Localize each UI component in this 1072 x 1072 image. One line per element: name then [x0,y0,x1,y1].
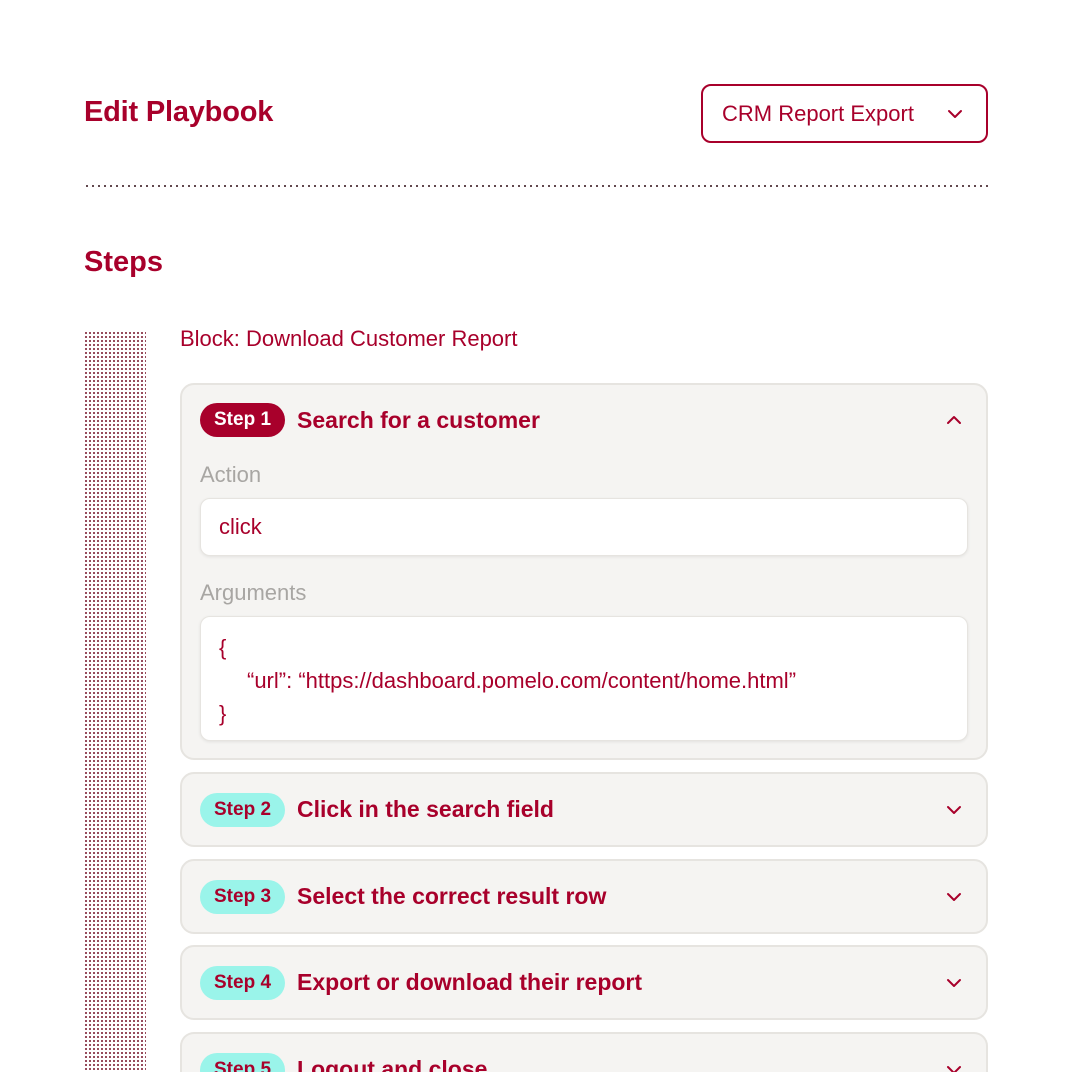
page-title: Edit Playbook [84,96,274,128]
steps-section-title: Steps [84,246,163,278]
arguments-label: Arguments [200,580,307,605]
block-label: Block: Download Customer Report [180,326,518,351]
playbook-select[interactable]: CRM Report Export [701,84,988,143]
chevron-down-icon[interactable] [944,800,964,820]
step-card-1: Step 1 Search for a customer Action clic… [180,383,988,760]
chevron-down-icon[interactable] [944,1060,964,1072]
arguments-line: “url”: “https://dashboard.pomelo.com/con… [247,668,797,693]
step-badge: Step 1 [200,403,286,437]
step-title: Select the correct result row [297,883,607,909]
chevron-up-icon[interactable] [944,410,964,430]
step-badge: Step 5 [200,1052,286,1072]
chevron-down-icon[interactable] [944,887,964,907]
arguments-field[interactable]: { “url”: “https://dashboard.pomelo.com/c… [200,616,968,741]
playbook-select-value: CRM Report Export [722,100,914,126]
chevron-down-icon[interactable] [944,973,964,993]
arguments-line: } [219,701,227,726]
block-rail [84,331,146,1072]
step-header-3[interactable]: Step 3 Select the correct result row [182,861,986,932]
step-title: Click in the search field [297,796,554,822]
step-title: Logout and close [297,1056,488,1072]
arguments-line: { [219,635,227,660]
step-header-2[interactable]: Step 2 Click in the search field [182,774,986,845]
chevron-down-icon [948,109,962,118]
step-header-4[interactable]: Step 4 Export or download their report [182,947,986,1018]
step-badge: Step 2 [200,792,286,827]
step-card-4[interactable]: Step 4 Export or download their report [180,945,988,1020]
step-header-5[interactable]: Step 5 Logout and close [182,1034,986,1072]
dotted-divider [84,185,988,187]
step-badge: Step 4 [200,965,286,1000]
action-label: Action [200,462,262,487]
step-title: Export or download their report [297,969,643,995]
step-card-2[interactable]: Step 2 Click in the search field [180,772,988,847]
step-title: Search for a customer [297,406,540,433]
action-field[interactable]: click [200,498,968,556]
step-header-1[interactable]: Step 1 Search for a customer [182,385,986,455]
step-card-5[interactable]: Step 5 Logout and close [180,1032,988,1072]
step-badge: Step 3 [200,879,286,914]
step-card-3[interactable]: Step 3 Select the correct result row [180,859,988,934]
